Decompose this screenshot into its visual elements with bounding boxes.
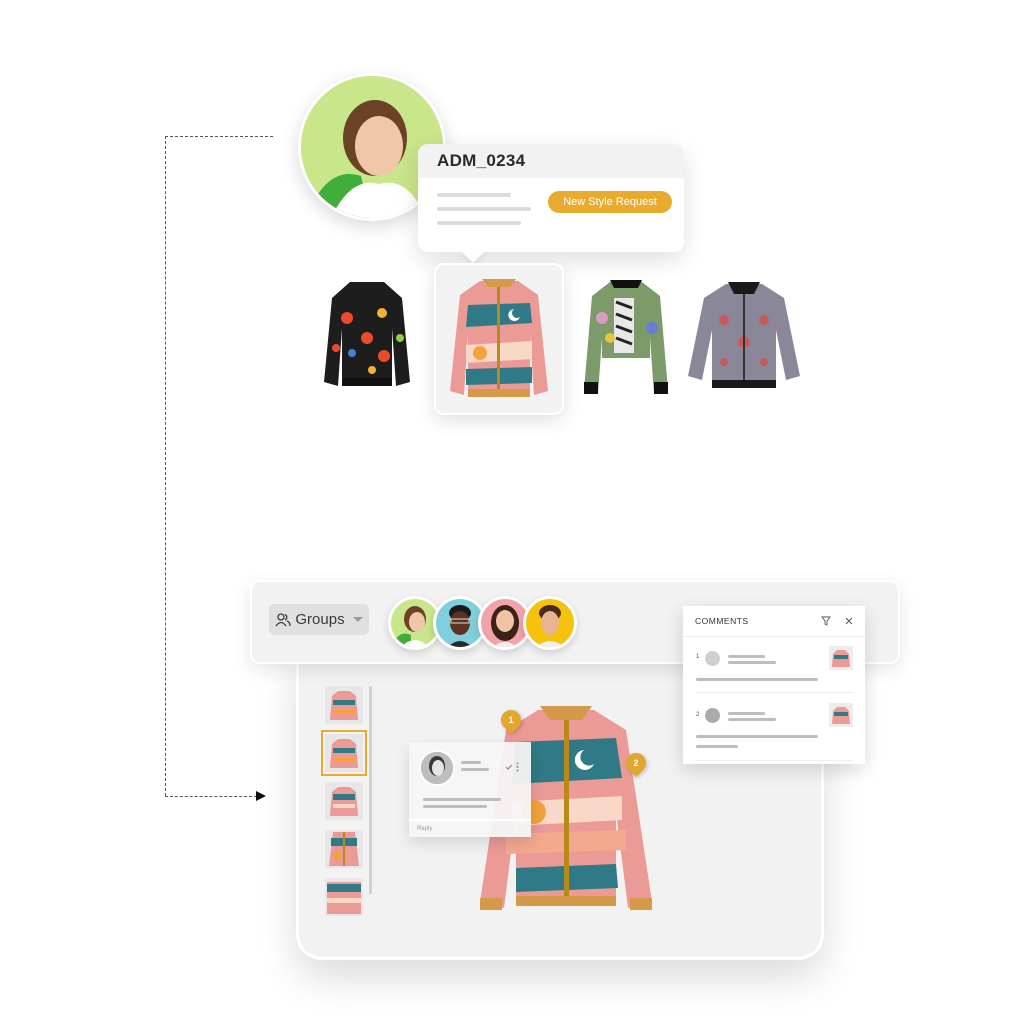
divider — [695, 760, 853, 761]
jacket-moon-landscape — [450, 279, 548, 397]
new-style-request-badge[interactable]: New Style Request — [548, 191, 672, 213]
placeholder-line — [728, 718, 776, 721]
divider — [695, 692, 853, 693]
placeholder-line — [423, 798, 501, 801]
placeholder-line — [696, 745, 738, 748]
groups-label: Groups — [295, 611, 345, 628]
more-vertical-icon[interactable] — [516, 762, 519, 772]
chevron-down-icon — [352, 617, 363, 622]
comments-title: COMMENTS — [695, 616, 749, 626]
annotation-pin-2[interactable]: 2 — [621, 748, 651, 778]
thumbnail-4[interactable] — [325, 830, 363, 868]
thumbnail-2-selected[interactable] — [321, 730, 367, 776]
thumbnail-1[interactable] — [325, 686, 363, 724]
arrow-right-icon — [256, 791, 266, 801]
placeholder-line — [696, 678, 818, 681]
comments-header: COMMENTS — [683, 606, 865, 637]
connector-line-top — [165, 136, 273, 137]
placeholder-line — [728, 712, 765, 715]
placeholder-line — [728, 661, 776, 664]
placeholder-line — [437, 221, 521, 225]
comment-number: 1 — [696, 654, 700, 660]
connector-line-vertical — [165, 136, 166, 796]
comment-popover: Reply — [409, 742, 531, 837]
groups-dropdown[interactable]: Groups — [269, 604, 369, 635]
request-id: ADM_0234 — [418, 144, 684, 178]
comments-panel: COMMENTS 1 2 — [683, 606, 865, 764]
thumbnail-scrollbar[interactable] — [369, 686, 372, 894]
connector-line-bottom — [165, 796, 257, 797]
comment-thumbnail — [829, 646, 853, 670]
users-icon — [275, 612, 292, 626]
placeholder-line — [461, 761, 481, 764]
commenter-avatar — [419, 750, 455, 786]
placeholder-line — [461, 768, 489, 771]
jacket-tropical-cropped[interactable] — [580, 278, 672, 398]
annotation-pin-1[interactable]: 1 — [496, 705, 526, 735]
jacket-damask-grey[interactable] — [684, 280, 804, 392]
style-request-card[interactable]: ADM_0234 New Style Request — [418, 144, 684, 252]
thumbnail-5[interactable] — [325, 878, 363, 916]
filter-icon[interactable] — [821, 616, 831, 626]
thumbnail-3[interactable] — [325, 782, 363, 820]
jacket-floral-black[interactable] — [322, 278, 412, 394]
reply-input[interactable]: Reply — [409, 819, 531, 837]
commenter-avatar — [705, 651, 720, 666]
card-pointer — [460, 250, 486, 263]
jacket-selected-frame[interactable] — [434, 263, 564, 415]
placeholder-line — [728, 655, 765, 658]
placeholder-line — [437, 207, 531, 211]
close-icon[interactable] — [845, 617, 853, 625]
comment-thumbnail — [829, 703, 853, 727]
commenter-avatar — [705, 708, 720, 723]
placeholder-line — [437, 193, 511, 197]
member-avatar-4[interactable] — [523, 596, 577, 650]
placeholder-line — [423, 805, 487, 808]
placeholder-line — [696, 735, 818, 738]
comment-number: 2 — [696, 712, 700, 718]
check-icon[interactable] — [505, 764, 513, 770]
